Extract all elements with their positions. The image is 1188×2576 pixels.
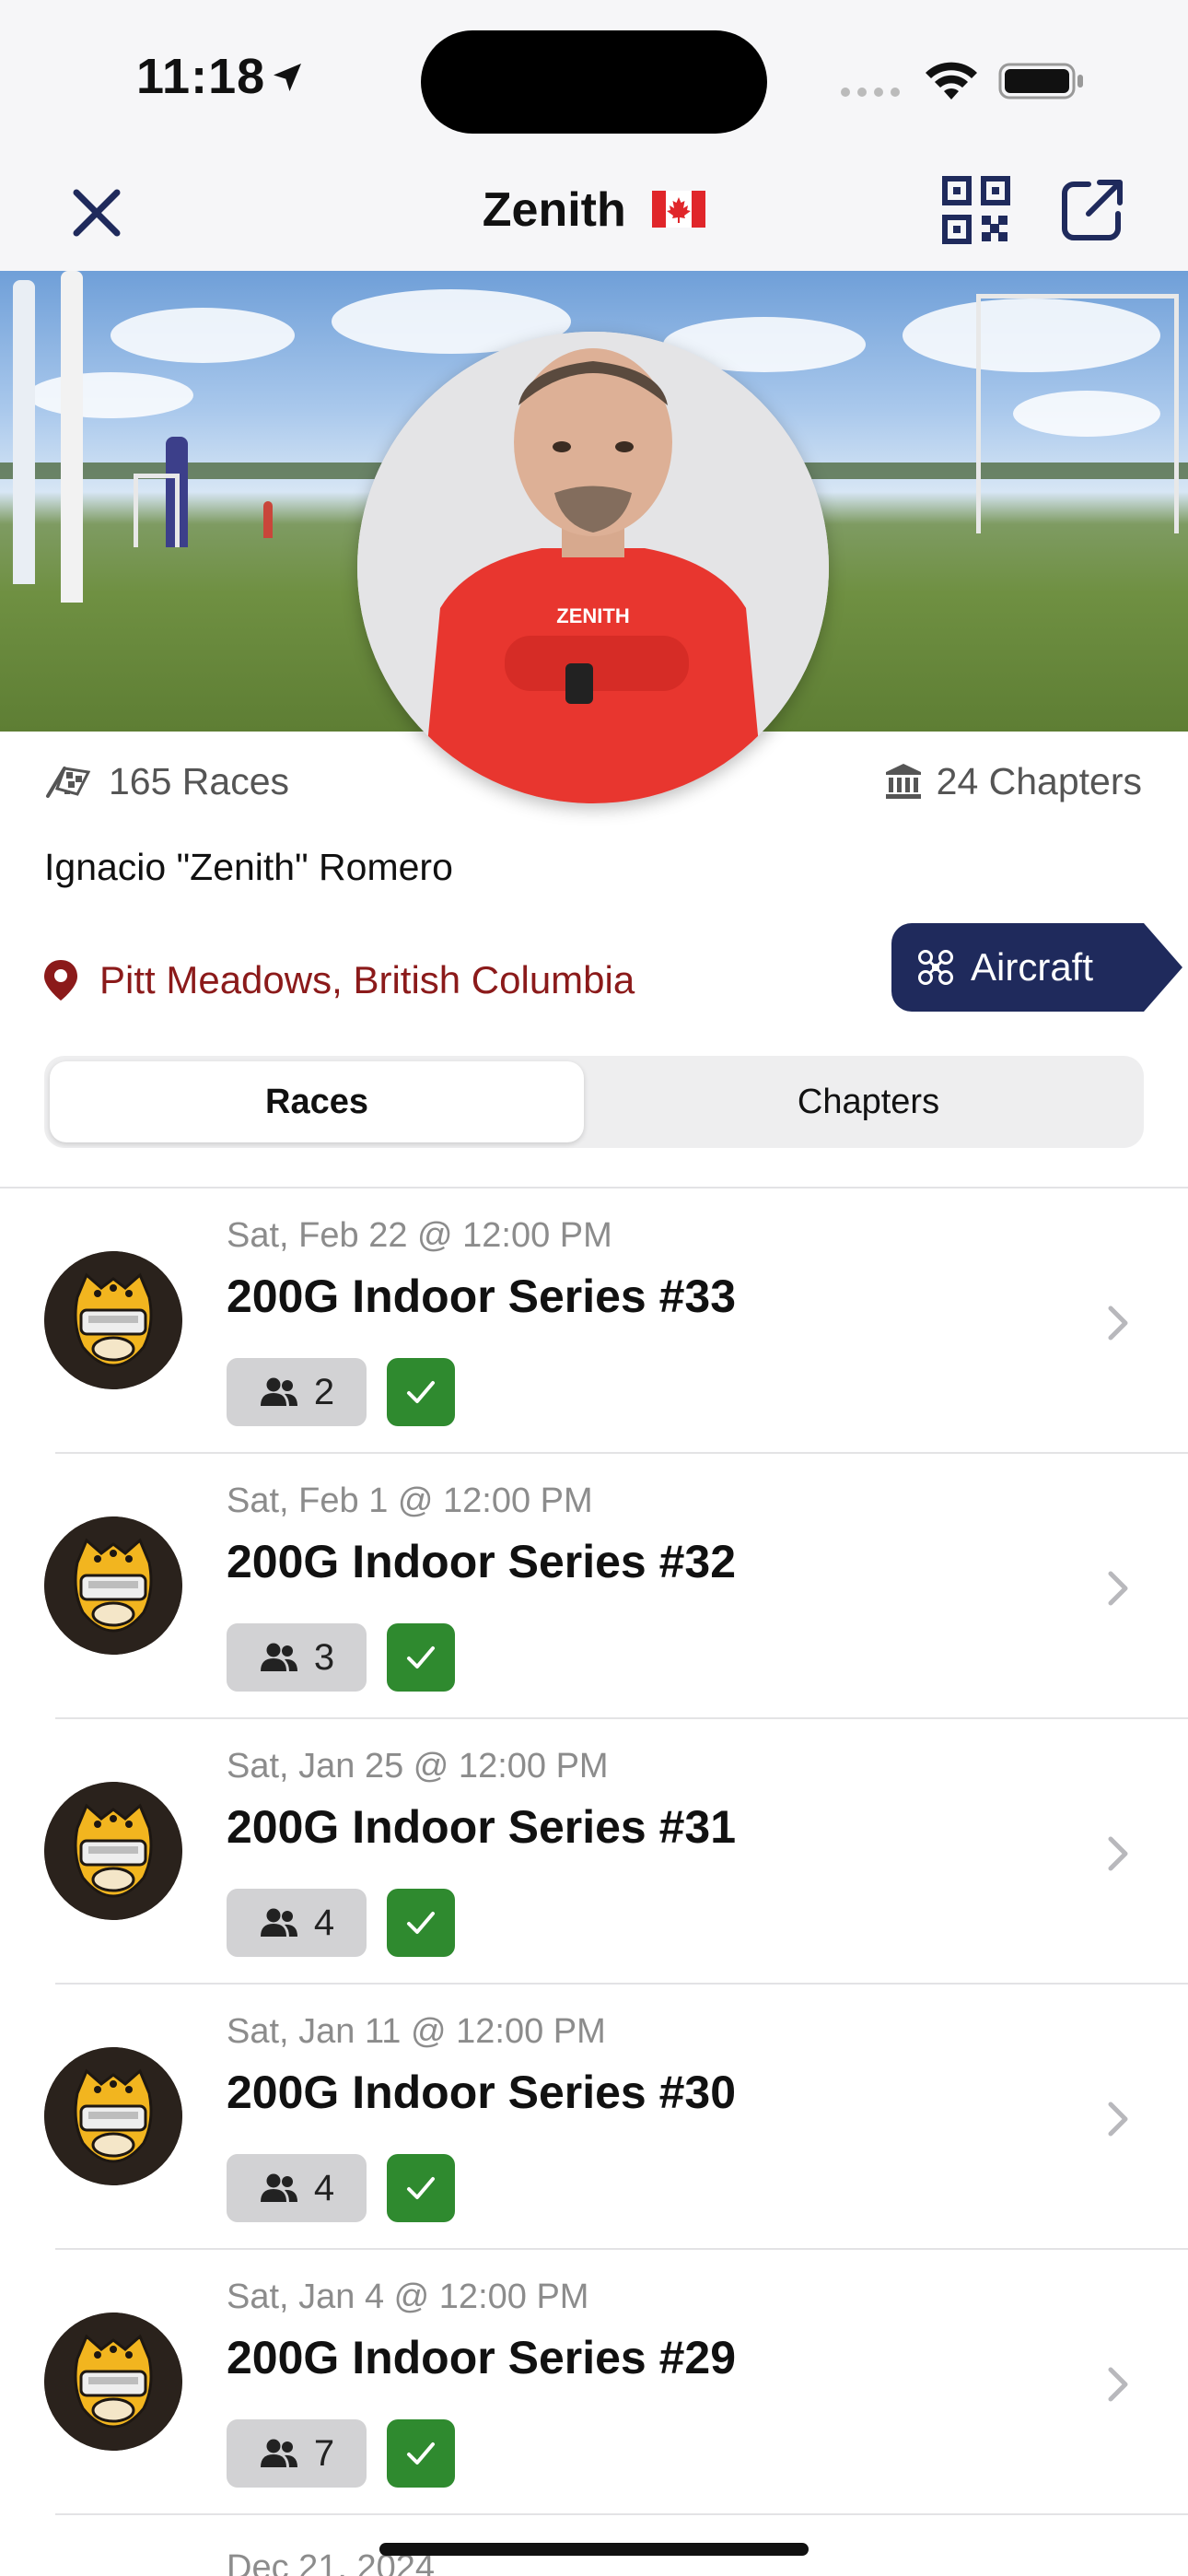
location-arrow-icon [274,64,301,91]
chapter-logo [44,1251,182,1389]
chapter-logo-icon [44,2313,182,2451]
race-name: 200G Indoor Series #33 [227,1270,737,1322]
cellular-signal-icon [841,88,900,97]
pilot-count: 2 [313,1371,335,1412]
race-date: Sat, Jan 11 @ 12:00 PM [227,2012,606,2051]
pilot-count: 4 [313,2167,335,2208]
race-name: 200G Indoor Series #32 [227,1536,737,1587]
chapter-logo [44,2313,182,2451]
checkmark-icon [407,1381,435,1403]
pilot-count-badge: 4 [227,1889,367,1957]
aircraft-button[interactable]: Aircraft [891,923,1144,1012]
pilot-count-badge: 7 [227,2419,367,2488]
users-icon [260,1643,297,1671]
chapter-logo [44,1782,182,1920]
race-date: Sat, Jan 4 @ 12:00 PM [227,2277,589,2316]
home-indicator [379,2543,809,2556]
dynamic-island [421,30,767,134]
race-list-item[interactable]: Sat, Jan 11 @ 12:00 PM 200G Indoor Serie… [0,1985,1188,2250]
aircraft-button-arrow[interactable] [1144,923,1182,1012]
pilot-count-badge: 3 [227,1623,367,1692]
chapters-count: 24 Chapters [936,759,1142,802]
races-count: 165 Races [109,759,290,802]
races-stat: 165 Races [44,755,289,807]
chapters-stat: 24 Chapters [883,755,1142,807]
pilot-count: 4 [313,1902,335,1943]
users-icon [260,2173,297,2202]
race-name: 200G Indoor Series #29 [227,2332,737,2383]
nav-bar: Zenith [0,157,1188,271]
status-time: 11:18 [136,49,266,104]
race-name: 200G Indoor Series #31 [227,1801,737,1853]
building-columns-icon [885,764,921,799]
users-icon [260,1377,297,1406]
chapter-logo-icon [44,1251,182,1389]
pilot-callsign: Zenith [482,183,626,237]
pilot-count-badge: 4 [227,2154,367,2222]
chapter-logo [44,2047,182,2185]
chevron-right-icon [1108,2367,1128,2402]
race-date: Sat, Feb 22 @ 12:00 PM [227,1216,612,1255]
pilot-avatar: ZENITH [357,332,829,803]
share-external-icon[interactable] [1057,175,1127,245]
tab-races[interactable]: Races [50,1061,584,1142]
race-list-item[interactable]: Sat, Jan 4 @ 12:00 PM 200G Indoor Series… [0,2250,1188,2515]
tab-chapters[interactable]: Chapters [597,1061,1140,1142]
registered-check-badge [387,1889,455,1957]
registered-check-badge [387,2419,455,2488]
checkmark-icon [407,2442,435,2465]
row-divider [55,2513,1188,2515]
pilot-portrait-image: ZENITH [357,332,829,803]
registered-check-badge [387,1358,455,1426]
map-pin-icon [44,960,77,1001]
battery-icon [998,63,1083,100]
location-text: Pitt Meadows, British Columbia [99,958,635,1001]
chapter-logo [44,1516,182,1655]
pilot-count: 7 [313,2432,335,2474]
race-name: 200G Indoor Series #30 [227,2067,737,2118]
status-bar: 11:18 [0,0,1188,157]
chapter-logo-icon [44,1516,182,1655]
pilot-count: 3 [313,1636,335,1678]
chapter-logo-icon [44,2047,182,2185]
aircraft-label: Aircraft [971,945,1094,989]
chevron-right-icon [1108,1571,1128,1606]
canada-flag-icon [652,191,706,228]
chevron-right-icon [1108,1836,1128,1871]
checkmark-icon [407,1912,435,1934]
pilot-full-name: Ignacio "Zenith" Romero [44,846,453,888]
racing-flag-icon [46,767,91,798]
chevron-right-icon [1108,2102,1128,2137]
wifi-icon [926,62,977,100]
chapter-logo-icon [44,1782,182,1920]
race-list: Sat, Feb 22 @ 12:00 PM 200G Indoor Serie… [0,1188,1188,2515]
race-date: Sat, Feb 1 @ 12:00 PM [227,1481,593,1520]
race-list-item[interactable]: Sat, Feb 1 @ 12:00 PM 200G Indoor Series… [0,1454,1188,1719]
pilot-count-badge: 2 [227,1358,367,1426]
users-icon [260,1908,297,1937]
jersey-text: ZENITH [556,604,629,627]
checkmark-icon [407,2177,435,2199]
chevron-right-icon [1108,1306,1128,1341]
race-list-item[interactable]: Sat, Jan 25 @ 12:00 PM 200G Indoor Serie… [0,1719,1188,1985]
qr-code-icon[interactable] [941,175,1011,245]
registered-check-badge [387,1623,455,1692]
drone-icon [918,950,953,985]
registered-check-badge [387,2154,455,2222]
race-list-item[interactable]: Sat, Feb 22 @ 12:00 PM 200G Indoor Serie… [0,1188,1188,1454]
checkmark-icon [407,1646,435,1669]
race-date: Sat, Jan 25 @ 12:00 PM [227,1747,609,1786]
pilot-location: Pitt Meadows, British Columbia [42,958,635,1002]
tab-segmented-control: Races Chapters [44,1056,1144,1148]
users-icon [260,2439,297,2467]
